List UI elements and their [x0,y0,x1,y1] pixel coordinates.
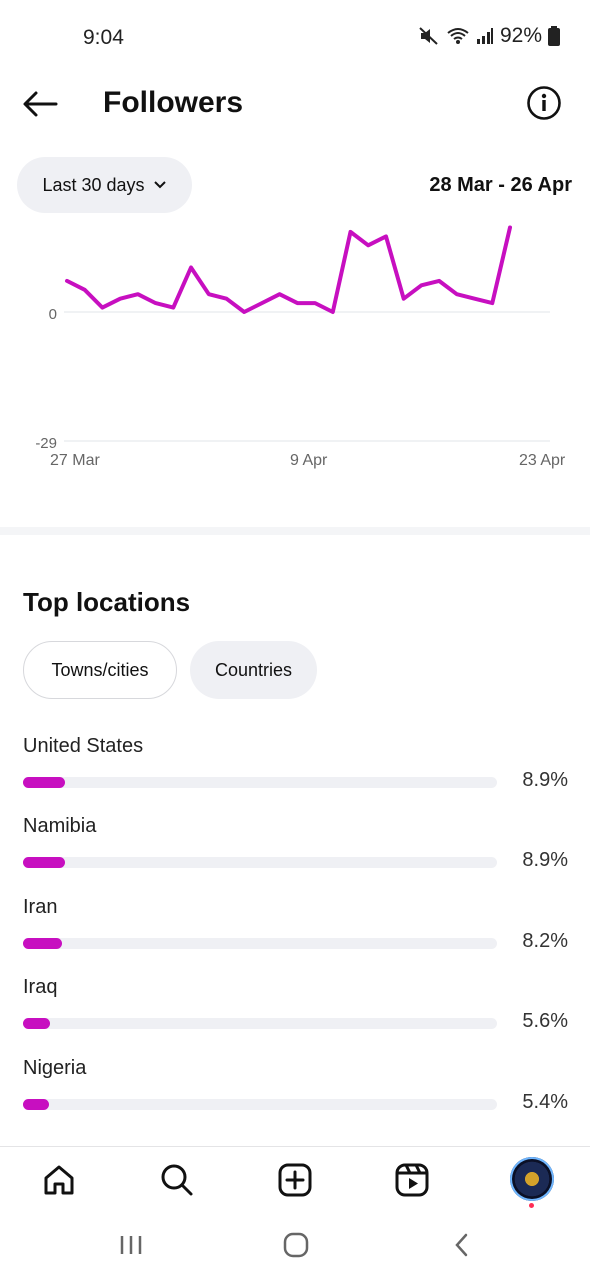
location-row: United States 8.9% [23,735,568,815]
nav-divider [0,1146,590,1147]
x-tick-label: 27 Mar [50,452,100,469]
period-label: Last 30 days [42,174,145,195]
info-button[interactable] [524,83,564,123]
location-bar-track [23,777,497,788]
location-row: Namibia 8.9% [23,815,568,895]
location-bar-track [23,938,497,949]
mute-icon [419,27,438,45]
nav-search[interactable] [155,1158,199,1202]
status-icons: 92% [418,24,560,48]
location-percent: 5.6% [522,1010,568,1032]
notification-dot [529,1203,534,1208]
nav-create[interactable] [273,1158,317,1202]
location-name: Iraq [23,976,58,998]
info-icon [527,86,561,120]
back-system-button[interactable] [441,1230,481,1260]
tab-towns-cities[interactable]: Towns/cities [23,641,177,699]
arrow-left-icon [23,91,58,117]
back-button[interactable] [20,84,60,124]
location-row: Nigeria 5.4% [23,1057,568,1137]
recent-apps-button[interactable] [111,1230,151,1260]
chevron-down-icon [153,181,166,189]
location-bar-fill [23,857,65,868]
wifi-icon [447,28,469,44]
location-bar-fill [23,938,62,949]
tab-countries[interactable]: Countries [190,641,317,699]
location-percent: 8.2% [522,930,568,952]
home-icon [44,1165,74,1195]
location-bar-track [23,857,497,868]
chevron-left-icon [455,1233,468,1257]
home-circle-icon [283,1232,309,1258]
status-time: 9:04 [83,26,124,49]
home-system-button[interactable] [276,1230,316,1260]
location-bar-fill [23,1018,50,1029]
x-tick-label: 23 Apr [519,452,566,469]
page-title: Followers [103,86,244,119]
location-percent: 5.4% [522,1091,568,1113]
section-divider [0,527,590,535]
date-range: 28 Mar - 26 Apr [429,174,572,196]
x-tick-label: 9 Apr [290,452,328,469]
location-bar-fill [23,1099,49,1110]
recent-apps-icon [120,1236,142,1254]
location-bar-track [23,1099,497,1110]
battery-percent: 92% [499,24,542,47]
location-name: Nigeria [23,1057,87,1079]
create-icon [278,1163,312,1197]
location-name: Iran [23,896,58,918]
y-tick-label: 0 [49,306,57,323]
profile-avatar[interactable] [510,1157,554,1201]
nav-reels[interactable] [390,1158,434,1202]
signal-icon [476,28,493,44]
location-percent: 8.9% [522,849,568,871]
location-bar-fill [23,777,65,788]
y-tick-label: -29 [35,435,57,452]
reels-icon [395,1163,429,1197]
location-row: Iraq 5.6% [23,976,568,1056]
search-icon [161,1164,193,1196]
period-dropdown[interactable]: Last 30 days [17,157,192,213]
location-name: Namibia [23,815,97,837]
series-line [65,225,512,314]
location-percent: 8.9% [522,769,568,791]
location-bar-track [23,1018,497,1029]
nav-home[interactable] [37,1158,81,1202]
location-row: Iran 8.2% [23,896,568,976]
battery-icon [548,26,560,46]
location-name: United States [23,735,144,757]
followers-chart: 0 -29 27 Mar 9 Apr 23 Apr [35,225,566,469]
top-locations-title: Top locations [23,587,191,617]
